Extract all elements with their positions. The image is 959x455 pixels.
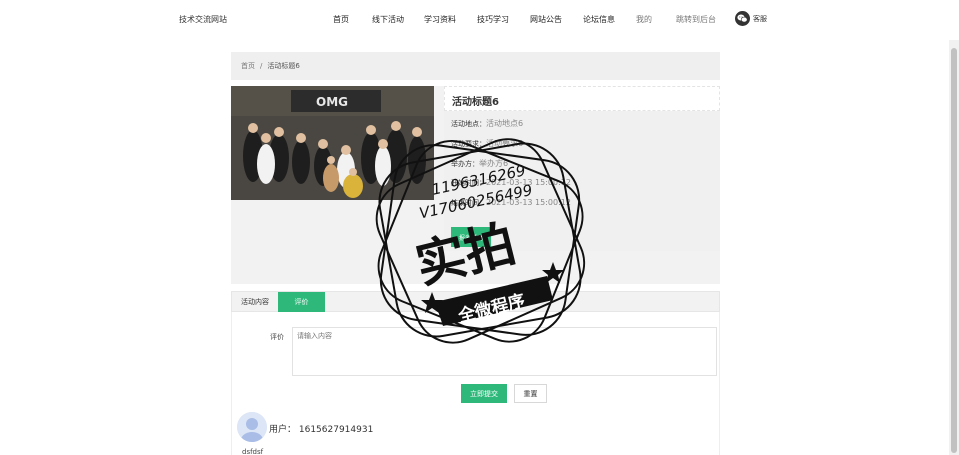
breadcrumb-separator: / [260,62,263,70]
activity-location-label: 活动地点： [451,120,486,128]
activity-requirement-row: 活动要求：活动要求6 [451,138,523,149]
nav-offline-activities[interactable]: 线下活动 [372,14,404,25]
breadcrumb: 首页 / 活动标题6 [231,52,720,80]
submit-button[interactable]: 立即提交 [461,384,507,403]
nav-admin[interactable]: 跳转到后台 [676,14,716,25]
activity-title: 活动标题6 [444,86,720,111]
activity-start-time: 2021-03-13 15:00:12 [486,178,571,187]
breadcrumb-current: 活动标题6 [267,62,300,70]
site-brand[interactable]: 技术交流网站 [179,14,227,25]
svg-text:OMG: OMG [316,95,348,109]
reset-button[interactable]: 重置 [514,384,547,403]
activity-info: 活动标题6 活动地点：活动地点6 活动要求：活动要求6 举办方：举办方6 开始时… [444,86,720,251]
activity-location: 活动地点6 [486,119,524,128]
top-navbar: 技术交流网站 首页 线下活动 学习资料 技巧学习 网站公告 论坛信息 我的 跳转… [0,0,949,40]
avatar [237,412,267,442]
nav-forum[interactable]: 论坛信息 [583,14,615,25]
page-scrollbar[interactable] [949,40,959,455]
comment-user: 用户： 1615627914931 [269,425,374,435]
activity-detail: OMG 活动标题6 活动地点：活动地点6 活动要求：活动要求6 举办方：举办方6… [231,86,720,284]
review-label: 评价 [270,333,284,341]
activity-end-row: 结束时间：2021-03-13 15:00:12 [451,198,571,208]
review-section: 评价 立即提交 重置 用户： 1615627914931 dsfdsf [231,312,720,455]
activity-organizer: 举办方6 [479,159,509,168]
activity-photo: OMG [231,86,434,200]
activity-requirement: 活动要求6 [486,139,524,148]
nav-announcements[interactable]: 网站公告 [530,14,562,25]
wechat-icon [735,11,750,26]
tab-evaluation[interactable]: 评价 [278,292,325,312]
activity-end-time: 2021-03-13 15:00:12 [486,198,571,207]
scrollbar-thumb[interactable] [951,48,957,453]
activity-start-row: 开始时间：2021-03-13 15:00:12 [451,178,571,188]
breadcrumb-home[interactable]: 首页 [241,61,255,71]
activity-requirement-label: 活动要求： [451,140,486,148]
review-input[interactable] [292,327,717,376]
customer-service[interactable]: 客服 [735,11,767,26]
activity-location-row: 活动地点：活动地点6 [451,118,523,129]
comment-text: dsfdsf [242,448,264,455]
activity-organizer-label: 举办方： [451,160,479,168]
nav-mine[interactable]: 我的 [636,14,652,25]
signup-button[interactable]: 报名活动 [451,227,491,247]
activity-organizer-row: 举办方：举办方6 [451,158,508,169]
customer-service-label: 客服 [753,14,767,23]
nav-home[interactable]: 首页 [333,14,349,25]
nav-study-materials[interactable]: 学习资料 [424,14,456,25]
activity-end-label: 结束时间： [451,199,486,207]
activity-start-label: 开始时间： [451,179,486,187]
nav-skills[interactable]: 技巧学习 [477,14,509,25]
tab-activity-content[interactable]: 活动内容 [232,292,278,312]
detail-tabs: 活动内容 评价 [231,291,720,312]
